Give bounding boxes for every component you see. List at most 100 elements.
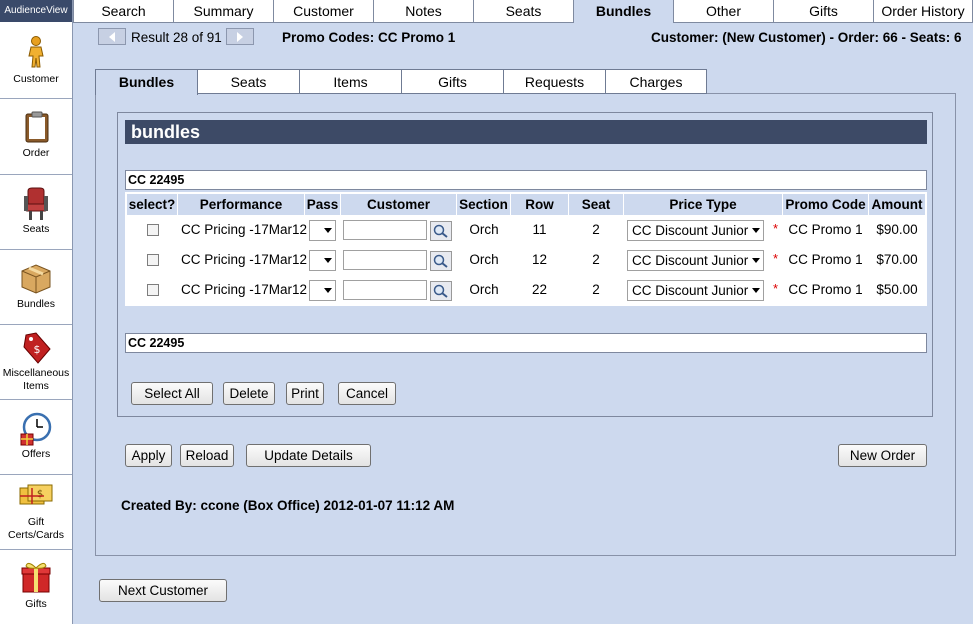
sidebar-item-seats[interactable]: Seats <box>0 175 72 250</box>
price-type-value: CC Discount Junior <box>632 253 749 268</box>
column-header-price-type: Price Type <box>624 194 782 215</box>
column-header-select: select? <box>127 194 177 215</box>
tab-search[interactable]: Search <box>73 0 174 23</box>
pass-select[interactable] <box>309 220 336 241</box>
row-select-checkbox[interactable] <box>147 284 159 296</box>
right-arrow-icon <box>237 32 243 42</box>
update-details-button[interactable]: Update Details <box>246 444 371 467</box>
sidebar-item-gifts[interactable]: Gifts <box>0 550 72 624</box>
print-button[interactable]: Print <box>286 382 324 405</box>
pass-select[interactable] <box>309 250 336 271</box>
row-select-checkbox[interactable] <box>147 254 159 266</box>
customer-input[interactable] <box>343 220 427 240</box>
chevron-down-icon <box>324 288 332 293</box>
pass-select[interactable] <box>309 280 336 301</box>
required-marker: * <box>773 281 779 296</box>
chevron-down-icon <box>752 258 760 263</box>
new-order-button[interactable]: New Order <box>838 444 927 467</box>
tab-gifts[interactable]: Gifts <box>773 0 874 23</box>
previous-result-button[interactable] <box>98 28 126 45</box>
price-type-select[interactable]: CC Discount Junior <box>627 280 764 301</box>
promo-code-cell: CC Promo 1 <box>783 216 868 243</box>
customer-lookup-button[interactable] <box>430 281 452 301</box>
price-type-select[interactable]: CC Discount Junior <box>627 250 764 271</box>
column-header-row: Row <box>511 194 568 215</box>
sidebar-item-gift-certs-cards[interactable]: $ Gift Certs/Cards <box>0 475 72 550</box>
customer-lookup-button[interactable] <box>430 251 452 271</box>
sidebar-item-label: Offers <box>21 448 51 460</box>
tab-bundles[interactable]: Bundles <box>573 0 674 23</box>
tab-other[interactable]: Other <box>673 0 774 23</box>
sidebar-item-label: Customer <box>13 73 59 85</box>
subtab-seats[interactable]: Seats <box>197 69 300 94</box>
amount-cell: $90.00 <box>869 216 925 243</box>
clipboard-icon <box>25 111 49 143</box>
top-tab-bar: Search Summary Customer Notes Seats Bund… <box>73 0 973 23</box>
person-icon <box>28 36 44 68</box>
sidebar-item-label: Gift Certs/Cards <box>7 516 64 541</box>
column-header-seat: Seat <box>569 194 623 215</box>
price-tag-icon: $ <box>23 332 51 364</box>
tab-customer[interactable]: Customer <box>273 0 374 23</box>
seat-cell: 2 <box>569 246 623 273</box>
required-marker: * <box>773 251 779 266</box>
tab-order-history[interactable]: Order History <box>873 0 973 23</box>
promo-code-cell: CC Promo 1 <box>783 276 868 303</box>
left-arrow-icon <box>109 32 115 42</box>
cancel-button[interactable]: Cancel <box>338 382 396 405</box>
seat-cell: 2 <box>569 216 623 243</box>
tab-seats[interactable]: Seats <box>473 0 574 23</box>
subtab-bundles[interactable]: Bundles <box>95 69 198 95</box>
row-cell: 11 <box>511 216 568 243</box>
subtab-gifts[interactable]: Gifts <box>401 69 504 94</box>
subtab-requests[interactable]: Requests <box>503 69 606 94</box>
customer-input[interactable] <box>343 280 427 300</box>
svg-text:$: $ <box>37 489 43 500</box>
section-cell: Orch <box>458 246 510 273</box>
customer-lookup-button[interactable] <box>430 221 452 241</box>
chevron-down-icon <box>752 228 760 233</box>
sidebar-item-order[interactable]: Order <box>0 99 72 175</box>
price-type-value: CC Discount Junior <box>632 223 749 238</box>
amount-cell: $70.00 <box>869 246 925 273</box>
row-select-checkbox[interactable] <box>147 224 159 236</box>
column-header-pass: Pass <box>305 194 340 215</box>
left-sidebar: AudienceView Customer Order Seats Bundle… <box>0 0 73 624</box>
price-type-value: CC Discount Junior <box>632 283 749 298</box>
next-customer-button[interactable]: Next Customer <box>99 579 227 602</box>
sidebar-item-label: Bundles <box>17 298 55 310</box>
brand-label: AudienceView <box>0 0 72 22</box>
promo-code-cell: CC Promo 1 <box>783 246 868 273</box>
gift-card-icon: $ <box>19 484 53 505</box>
box-icon <box>21 264 51 294</box>
delete-button[interactable]: Delete <box>223 382 275 405</box>
subtab-items[interactable]: Items <box>299 69 402 94</box>
next-result-button[interactable] <box>226 28 254 45</box>
sidebar-item-bundles[interactable]: Bundles <box>0 250 72 325</box>
sidebar-item-offers[interactable]: Offers <box>0 400 72 475</box>
created-by-text: Created By: ccone (Box Office) 2012-01-0… <box>121 498 455 513</box>
performance-cell: CC Pricing -17Mar12 <box>181 246 308 273</box>
row-cell: 22 <box>511 276 568 303</box>
tab-summary[interactable]: Summary <box>173 0 274 23</box>
sidebar-item-label: Miscellaneous Items <box>2 367 70 392</box>
reload-button[interactable]: Reload <box>180 444 234 467</box>
price-type-select[interactable]: CC Discount Junior <box>627 220 764 241</box>
sidebar-item-miscellaneous-items[interactable]: $ Miscellaneous Items <box>0 325 72 400</box>
subtab-charges[interactable]: Charges <box>605 69 707 94</box>
result-counter: Result 28 of 91 <box>131 30 222 45</box>
svg-text:$: $ <box>34 343 41 356</box>
sidebar-item-customer[interactable]: Customer <box>0 22 72 99</box>
promo-codes-label: Promo Codes: CC Promo 1 <box>282 30 456 45</box>
chevron-down-icon <box>324 258 332 263</box>
customer-input[interactable] <box>343 250 427 270</box>
column-header-promo-code: Promo Code <box>783 194 868 215</box>
column-header-amount: Amount <box>869 194 925 215</box>
row-cell: 12 <box>511 246 568 273</box>
tab-notes[interactable]: Notes <box>373 0 474 23</box>
chevron-down-icon <box>752 288 760 293</box>
gift-icon <box>21 562 51 593</box>
column-header-performance: Performance <box>178 194 304 215</box>
select-all-button[interactable]: Select All <box>131 382 213 405</box>
apply-button[interactable]: Apply <box>125 444 172 467</box>
